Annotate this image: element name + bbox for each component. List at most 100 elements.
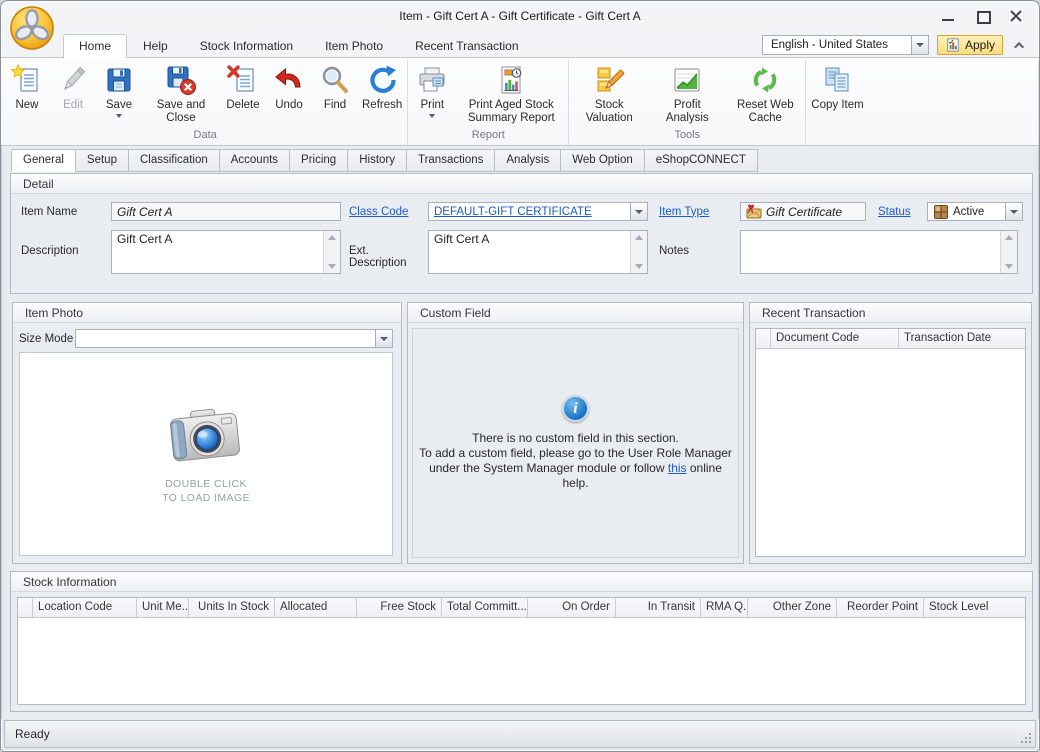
column-in-transit[interactable]: In Transit — [616, 598, 701, 617]
ext-description-value: Gift Cert A — [434, 232, 489, 246]
collapse-ribbon-button[interactable] — [1009, 36, 1031, 54]
status-combo[interactable]: Active — [927, 202, 1023, 221]
column-stock-level[interactable]: Stock Level — [924, 598, 1025, 617]
custom-field-panel: Custom Field i There is no custom field … — [407, 302, 744, 564]
item-type-link[interactable]: Item Type — [659, 206, 731, 218]
save-and-close-button[interactable]: Save and Close — [142, 61, 220, 125]
class-code-link[interactable]: Class Code — [349, 206, 419, 218]
class-code-value[interactable]: DEFAULT-GIFT CERTIFICATE — [429, 203, 630, 220]
undo-button[interactable]: Undo — [266, 61, 312, 112]
ribbon-group-copy: Copy Item — [806, 60, 1039, 145]
photo-drop-area[interactable]: DOUBLE CLICK TO LOAD IMAGE — [19, 352, 393, 556]
column-total-committed[interactable]: Total Committ... — [442, 598, 528, 617]
tab-web-option[interactable]: Web Option — [561, 149, 645, 172]
close-button[interactable] — [1007, 9, 1025, 23]
column-other-zone[interactable]: Other Zone — [748, 598, 837, 617]
stock-information-panel: Stock Information Location Code Unit Me.… — [10, 571, 1033, 712]
tab-history[interactable]: History — [348, 149, 407, 172]
column-reorder-point[interactable]: Reorder Point — [837, 598, 924, 617]
ribbon-group-label-tools: Tools — [570, 128, 804, 145]
ext-description-field[interactable]: Gift Cert A — [428, 230, 648, 274]
save-dropdown-arrow[interactable] — [116, 114, 122, 118]
new-button[interactable]: New — [4, 61, 50, 112]
ribbon-tab-help[interactable]: Help — [127, 34, 184, 58]
notes-field[interactable] — [740, 230, 1018, 274]
app-logo-icon[interactable] — [9, 5, 55, 51]
tab-accounts[interactable]: Accounts — [220, 149, 290, 172]
delete-button[interactable]: Delete — [220, 61, 266, 112]
column-free-stock[interactable]: Free Stock — [357, 598, 442, 617]
language-selector[interactable]: English - United States — [762, 35, 929, 55]
description-label: Description — [21, 245, 111, 257]
apply-label: Apply — [965, 38, 995, 52]
ribbon-tab-home[interactable]: Home — [63, 34, 127, 58]
row-selector-column — [756, 329, 771, 348]
status-dropdown-button[interactable] — [1005, 203, 1022, 220]
column-allocated[interactable]: Allocated — [275, 598, 357, 617]
class-code-combo[interactable]: DEFAULT-GIFT CERTIFICATE — [428, 202, 648, 221]
find-button[interactable]: Find — [312, 61, 358, 112]
notes-scrollbar[interactable] — [1000, 231, 1017, 273]
column-transaction-date[interactable]: Transaction Date — [899, 329, 1025, 348]
save-button[interactable]: Save — [96, 61, 142, 118]
language-dropdown-button[interactable] — [911, 36, 928, 54]
stock-information-grid[interactable]: Location Code Unit Me... Units In Stock … — [17, 597, 1026, 705]
detail-panel: Detail Item Name Gift Cert A Class Code … — [10, 173, 1033, 294]
restore-button[interactable] — [973, 9, 991, 23]
stock-valuation-button[interactable]: Stock Valuation — [570, 61, 648, 125]
column-on-order[interactable]: On Order — [528, 598, 616, 617]
ext-description-label: Ext. Description — [349, 245, 419, 269]
profit-analysis-button[interactable]: Profit Analysis — [648, 61, 726, 125]
tab-classification[interactable]: Classification — [129, 149, 220, 172]
print-dropdown-arrow[interactable] — [429, 114, 435, 118]
apply-button[interactable]: Apply — [937, 35, 1003, 55]
tab-analysis[interactable]: Analysis — [495, 149, 561, 172]
print-button[interactable]: Print — [409, 61, 455, 118]
tab-eshopconnect[interactable]: eShopCONNECT — [645, 149, 758, 172]
edit-button[interactable]: Edit — [50, 61, 96, 112]
ribbon-tab-recent-transaction[interactable]: Recent Transaction — [399, 34, 534, 58]
column-rma-quantity[interactable]: RMA Q... — [701, 598, 748, 617]
refresh-button[interactable]: Refresh — [358, 61, 406, 112]
reset-web-cache-icon — [749, 64, 781, 96]
tab-setup[interactable]: Setup — [76, 149, 129, 172]
online-help-link[interactable]: this — [668, 461, 687, 475]
notes-label: Notes — [659, 245, 731, 257]
column-units-in-stock[interactable]: Units In Stock — [189, 598, 275, 617]
column-document-code[interactable]: Document Code — [771, 329, 899, 348]
ribbon-tab-item-photo[interactable]: Item Photo — [309, 34, 399, 58]
minimize-button[interactable] — [939, 9, 957, 23]
item-type-field[interactable]: Gift Certificate — [740, 202, 866, 221]
ribbon-tab-stock-information[interactable]: Stock Information — [184, 34, 309, 58]
print-aged-stock-summary-report-button[interactable]: Print Aged Stock Summary Report — [455, 61, 567, 125]
class-code-dropdown-button[interactable] — [630, 203, 647, 220]
size-mode-combo[interactable] — [75, 329, 393, 348]
reset-web-cache-button[interactable]: Reset Web Cache — [726, 61, 804, 125]
size-mode-dropdown-button[interactable] — [375, 330, 392, 347]
status-link[interactable]: Status — [878, 206, 918, 218]
ext-description-scrollbar[interactable] — [630, 231, 647, 273]
column-unit-measure[interactable]: Unit Me... — [137, 598, 189, 617]
document-tab-bar: General Setup Classification Accounts Pr… — [11, 149, 758, 172]
ribbon: New Edit — [1, 57, 1039, 146]
item-name-field[interactable]: Gift Cert A — [111, 202, 341, 221]
find-icon — [319, 64, 351, 96]
column-location-code[interactable]: Location Code — [33, 598, 137, 617]
resize-grip[interactable] — [1029, 741, 1031, 743]
tab-transactions[interactable]: Transactions — [407, 149, 495, 172]
status-value: Active — [953, 206, 984, 218]
description-field[interactable]: Gift Cert A — [111, 230, 341, 274]
description-scrollbar[interactable] — [323, 231, 340, 273]
tab-general[interactable]: General — [11, 149, 76, 172]
photo-placeholder-text: DOUBLE CLICK TO LOAD IMAGE — [162, 477, 250, 505]
ribbon-group-label-data: Data — [4, 128, 406, 145]
item-photo-header: Item Photo — [13, 303, 401, 323]
edit-pencil-icon — [57, 64, 89, 96]
form-content: General Setup Classification Accounts Pr… — [1, 146, 1039, 719]
copy-item-button[interactable]: Copy Item — [807, 61, 867, 112]
ribbon-group-tools: Stock Valuation Profit Analysis — [569, 60, 806, 145]
size-mode-label: Size Mode — [19, 333, 75, 345]
recent-transaction-grid[interactable]: Document Code Transaction Date — [755, 328, 1026, 557]
language-value: English - United States — [763, 36, 911, 54]
tab-pricing[interactable]: Pricing — [290, 149, 348, 172]
